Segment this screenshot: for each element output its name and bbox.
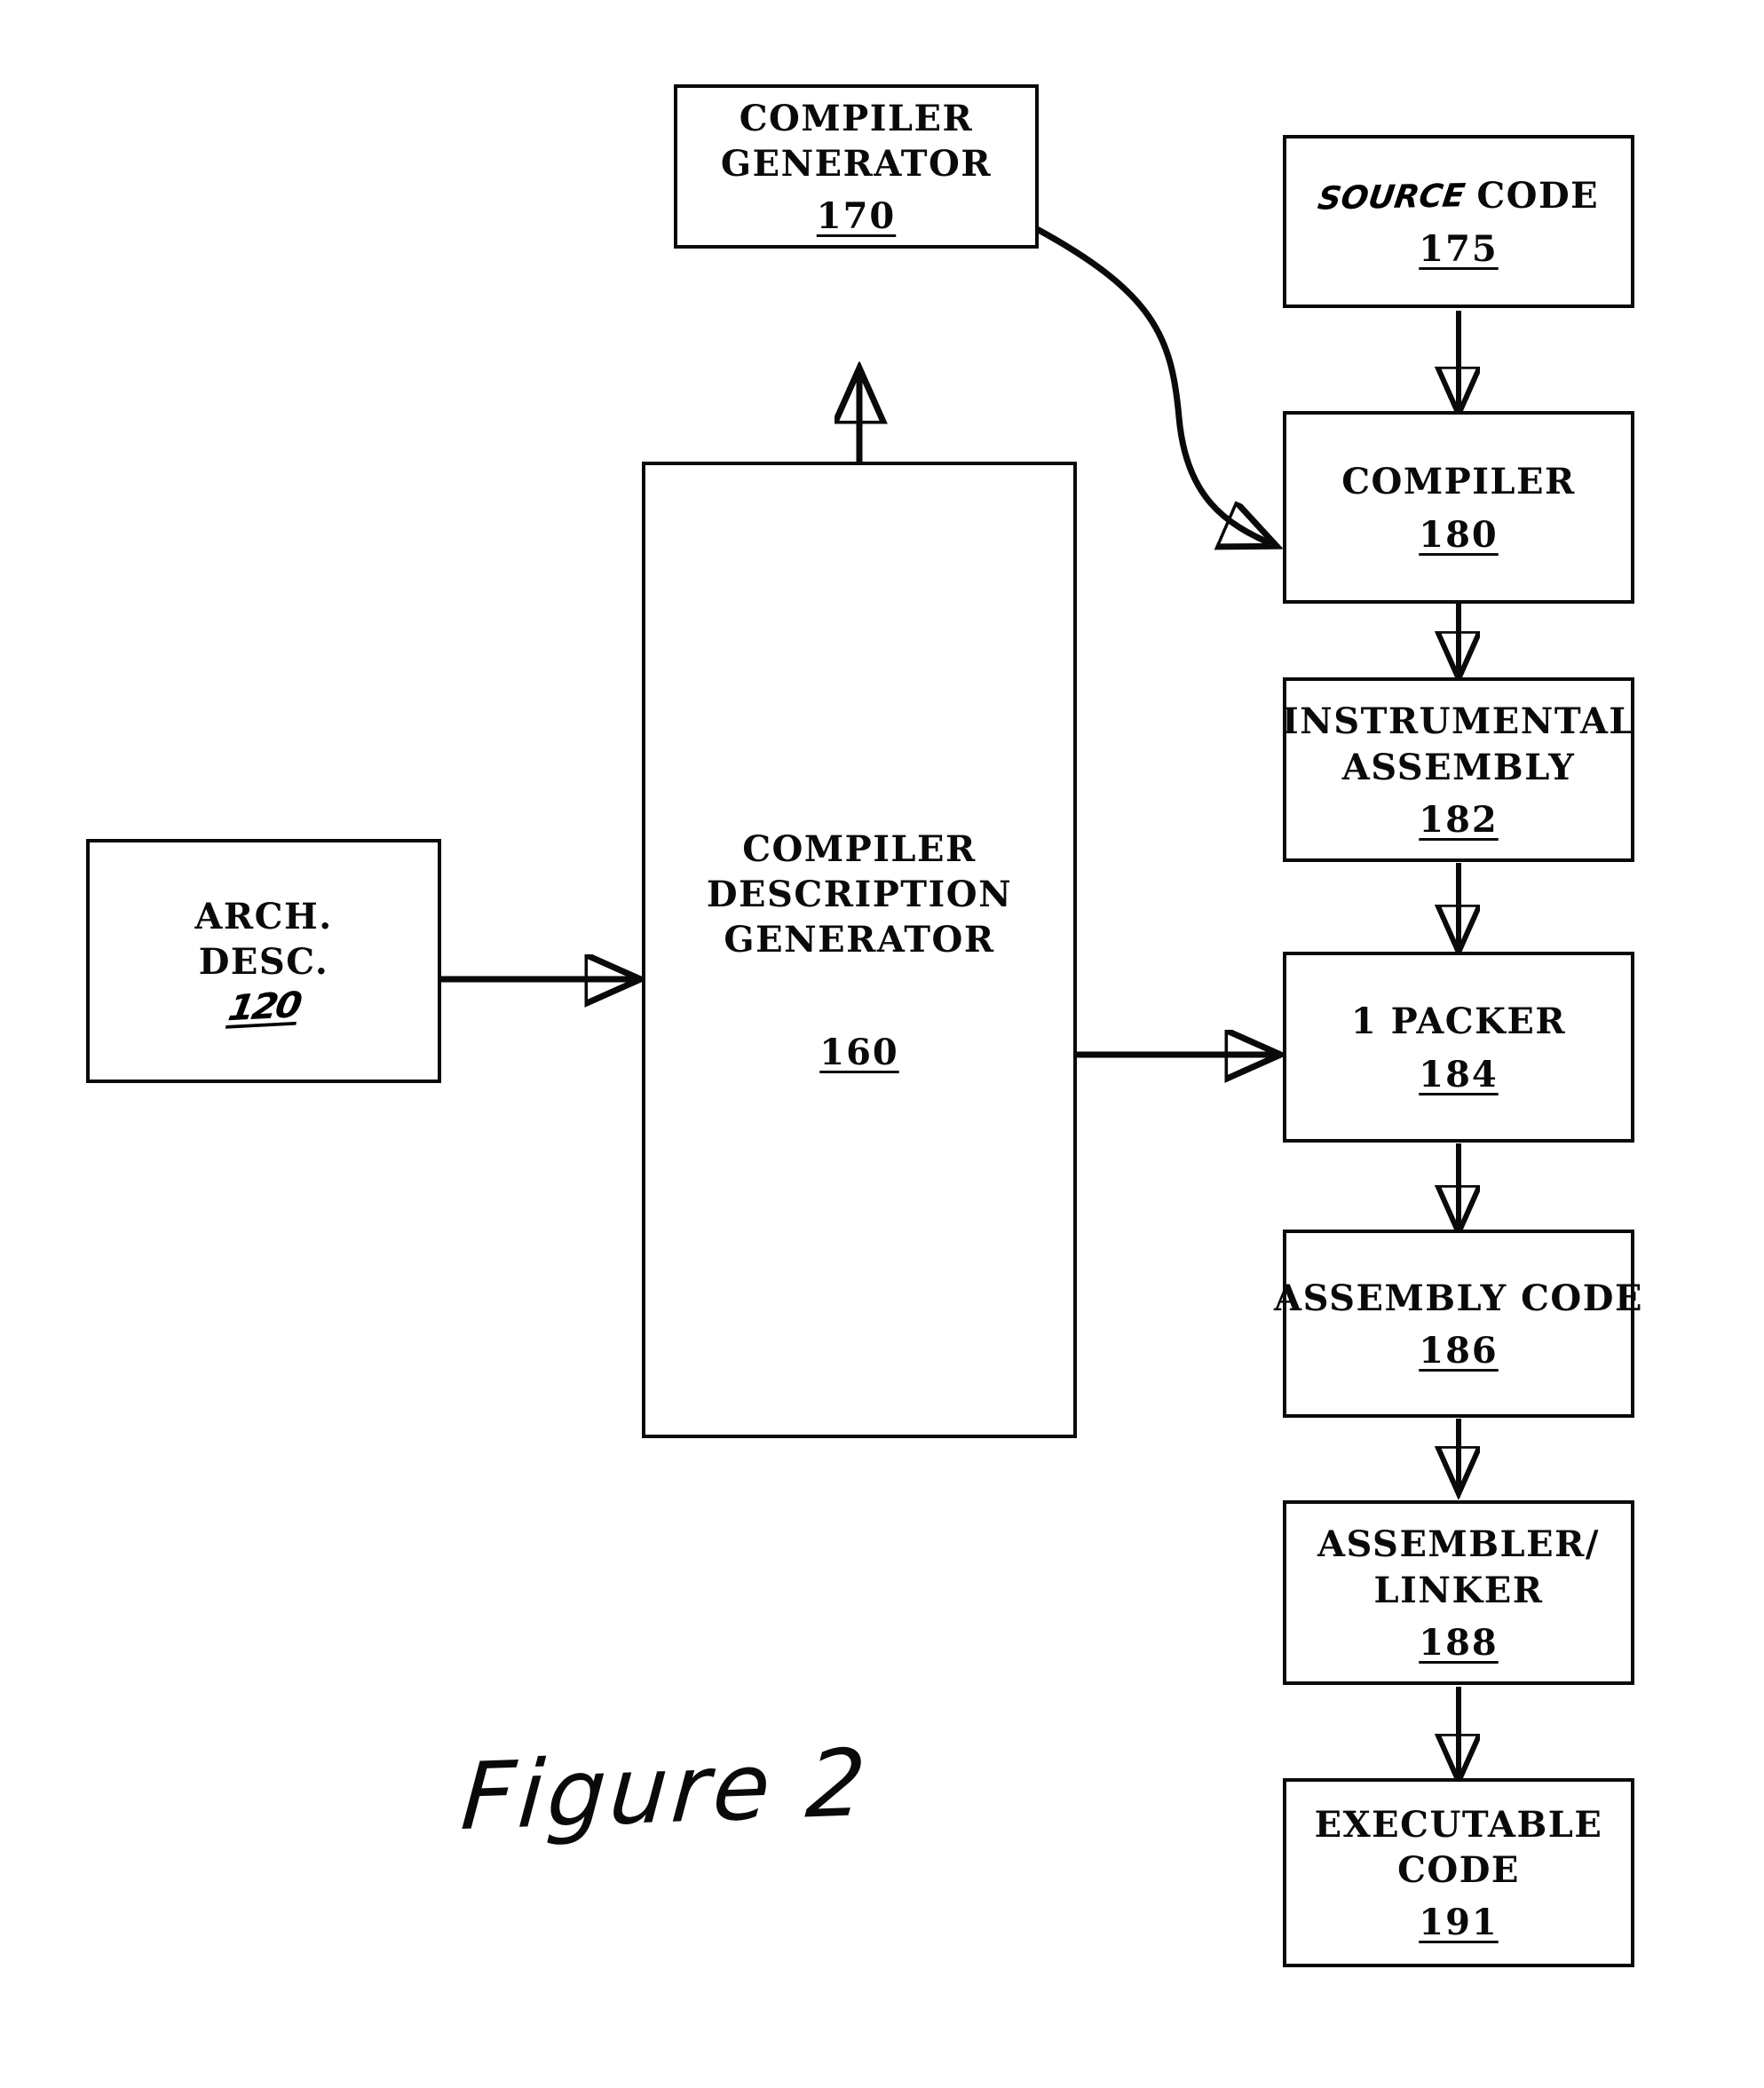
source-code-ref: 175 <box>1419 227 1499 270</box>
node-executable-code[interactable]: EXECUTABLE CODE 191 <box>1283 1778 1634 1967</box>
node-packer[interactable]: 1 PACKER 184 <box>1283 952 1634 1143</box>
packer-line1: 1 PACKER <box>1350 1000 1567 1043</box>
node-arch-desc[interactable]: ARCH. DESC. 120 <box>86 839 441 1083</box>
assembler-linker-line2: LINKER <box>1373 1569 1544 1611</box>
compiler-generator-line1: COMPILER <box>739 97 974 139</box>
source-code-line1: CODE <box>1476 175 1600 218</box>
instrumental-assembly-line2: ASSEMBLY <box>1341 746 1576 788</box>
assembly-code-line1: ASSEMBLY CODE <box>1274 1277 1643 1319</box>
figure-caption: Figure 2 <box>457 1728 873 1852</box>
arch-desc-line2: DESC. <box>198 941 329 983</box>
executable-code-ref: 191 <box>1419 1902 1499 1944</box>
patent-figure-page: COMPILER GENERATOR 170 SOURCE CODE 175 C… <box>0 0 1764 2088</box>
compiler-generator-line2: GENERATOR <box>720 143 993 185</box>
executable-code-line2: CODE <box>1397 1849 1520 1891</box>
packer-ref: 184 <box>1419 1053 1499 1095</box>
compiler-description-generator-line1: COMPILER <box>742 827 977 870</box>
node-instrumental-assembly[interactable]: INSTRUMENTAL ASSEMBLY 182 <box>1281 677 1636 862</box>
executable-code-line1: EXECUTABLE <box>1314 1803 1603 1846</box>
arch-desc-line1: ARCH. <box>194 895 333 937</box>
compiler-ref: 180 <box>1419 513 1499 556</box>
node-source-code[interactable]: SOURCE CODE 175 <box>1283 135 1634 308</box>
arch-desc-ref: 120 <box>225 984 303 1029</box>
node-assembly-code[interactable]: ASSEMBLY CODE 186 <box>1274 1230 1641 1418</box>
instrumental-assembly-ref: 182 <box>1419 798 1499 841</box>
compiler-generator-ref: 170 <box>816 195 897 238</box>
node-compiler-generator[interactable]: COMPILER GENERATOR 170 <box>674 84 1039 249</box>
compiler-description-generator-line2: DESCRIPTION <box>706 873 1013 915</box>
source-code-title-line: SOURCE CODE <box>1315 173 1600 218</box>
assembler-linker-line1: ASSEMBLER/ <box>1317 1523 1600 1566</box>
compiler-description-generator-line3: GENERATOR <box>724 919 995 961</box>
compiler-description-generator-ref: 160 <box>819 1032 899 1074</box>
compiler-line1: COMPILER <box>1341 461 1576 503</box>
instrumental-assembly-line1: INSTRUMENTAL <box>1281 700 1636 743</box>
node-compiler[interactable]: COMPILER 180 <box>1283 411 1634 604</box>
source-code-handwritten-word: SOURCE <box>1315 178 1467 218</box>
assembler-linker-ref: 188 <box>1419 1621 1499 1664</box>
node-assembler-linker[interactable]: ASSEMBLER/ LINKER 188 <box>1283 1500 1634 1685</box>
assembly-code-ref: 186 <box>1419 1330 1499 1372</box>
node-compiler-description-generator[interactable]: COMPILER DESCRIPTION GENERATOR 160 <box>642 462 1077 1438</box>
